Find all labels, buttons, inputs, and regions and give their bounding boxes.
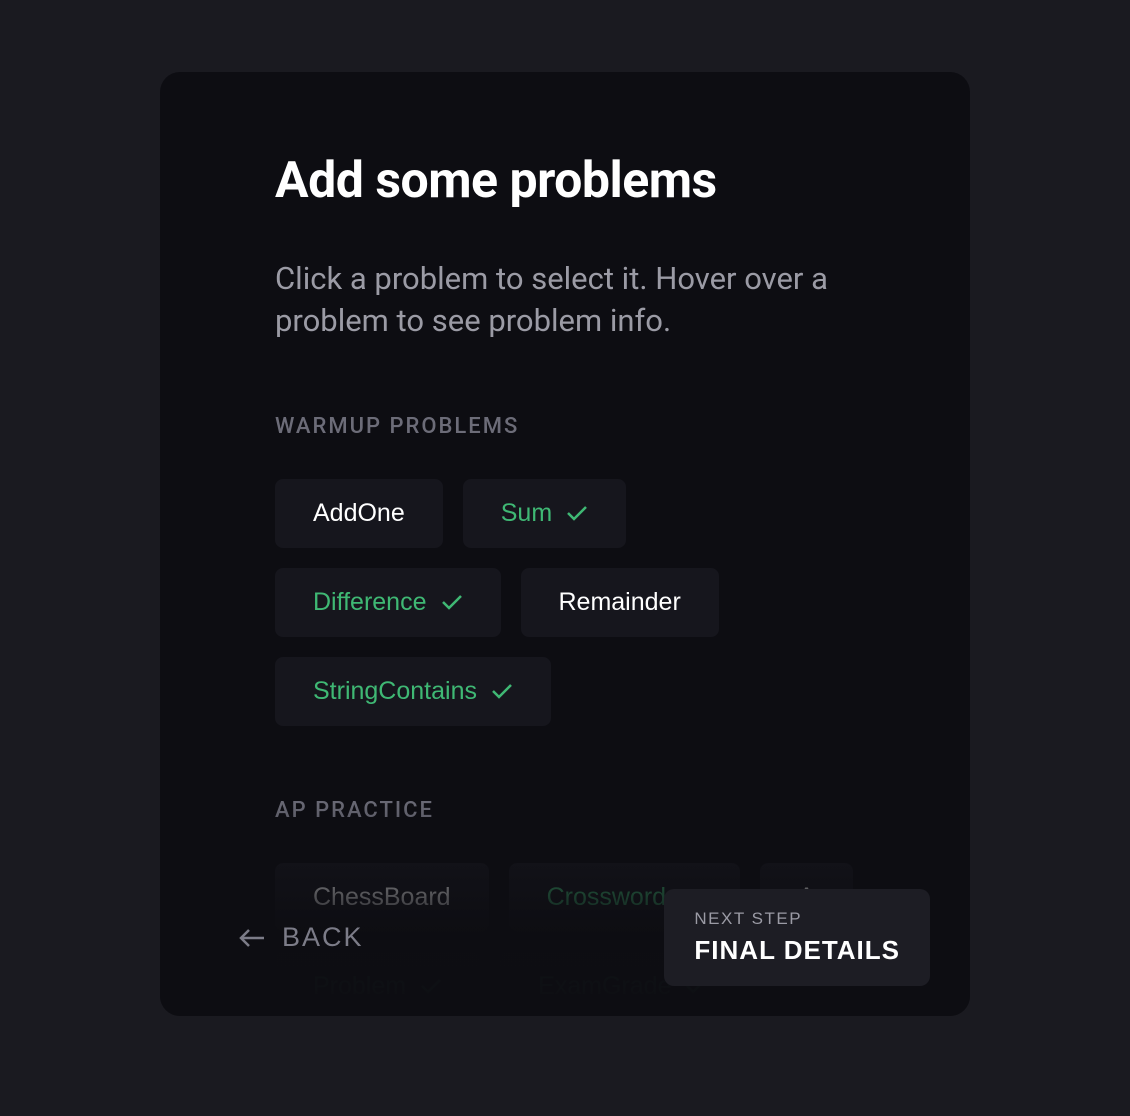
check-icon <box>566 505 588 521</box>
chip-label: Sum <box>501 499 552 528</box>
page-subtitle: Click a problem to select it. Hover over… <box>275 258 855 342</box>
chip-remainder[interactable]: Remainder <box>521 568 719 637</box>
page-title: Add some problems <box>275 152 855 210</box>
section-warmup: WARMUP PROBLEMS AddOne Sum Difference Re… <box>275 414 855 726</box>
arrow-left-icon <box>238 927 266 949</box>
section-label-warmup: WARMUP PROBLEMS <box>275 414 855 439</box>
chip-label: AddOne <box>313 499 405 528</box>
chip-stringcontains[interactable]: StringContains <box>275 657 551 726</box>
section-label-ap: AP PRACTICE <box>275 798 855 823</box>
chip-label: Difference <box>313 588 427 617</box>
chip-row-warmup: AddOne Sum Difference Remainder StringCo… <box>275 479 855 726</box>
chip-addone[interactable]: AddOne <box>275 479 443 548</box>
chip-label: StringContains <box>313 677 477 706</box>
check-icon <box>491 683 513 699</box>
back-label: BACK <box>282 922 364 953</box>
next-step-title: FINAL DETAILS <box>694 935 900 966</box>
footer: BACK NEXT STEP FINAL DETAILS <box>160 889 970 986</box>
next-step-button[interactable]: NEXT STEP FINAL DETAILS <box>664 889 930 986</box>
chip-difference[interactable]: Difference <box>275 568 501 637</box>
chip-label: Remainder <box>559 588 681 617</box>
check-icon <box>441 594 463 610</box>
back-button[interactable]: BACK <box>238 922 364 953</box>
problems-card: Add some problems Click a problem to sel… <box>160 72 970 1016</box>
chip-sum[interactable]: Sum <box>463 479 626 548</box>
next-step-label: NEXT STEP <box>694 909 900 929</box>
